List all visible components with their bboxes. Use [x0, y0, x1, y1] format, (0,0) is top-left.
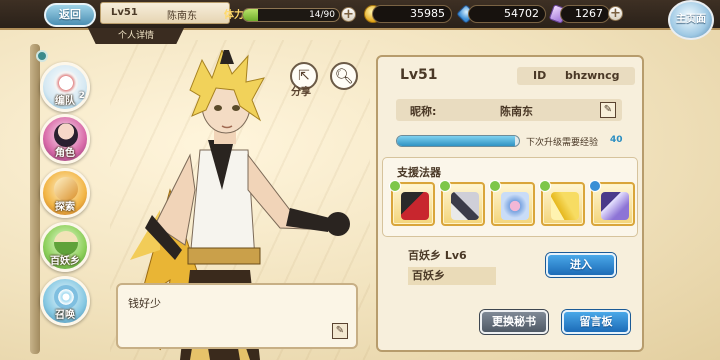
edit-nickname-button[interactable]: ✎: [600, 102, 616, 118]
stamina-fill: [243, 9, 258, 21]
stamina-value: 14/90: [309, 10, 335, 20]
gold-amount: 35985: [372, 5, 452, 23]
nav-pin: [36, 50, 48, 62]
nav-rail: [30, 44, 40, 354]
speech-bubble: 钱好少 ✎: [116, 283, 358, 349]
nav-explore[interactable]: 探索: [40, 168, 90, 218]
exp-bar: [396, 135, 520, 147]
tab-profile-details[interactable]: 个人详情: [88, 28, 184, 44]
artifact-gem-4: [539, 180, 551, 192]
player-level: Lv51: [111, 7, 138, 18]
village-tag: 百妖乡: [408, 267, 496, 285]
nav-character[interactable]: 角色: [40, 114, 90, 164]
stamina-label: 体力: [224, 10, 244, 21]
edit-speech-button[interactable]: ✎: [332, 323, 348, 339]
nickname-key: 昵称:: [410, 105, 437, 118]
formation-count-badge: 2: [78, 91, 85, 101]
add-crystal-button[interactable]: +: [608, 6, 623, 21]
nickname-value: 陈南东: [500, 105, 533, 118]
nav-summon-label: 召唤: [55, 310, 75, 321]
profile-panel: Lv51 ID bhzwncg 昵称: 陈南东 ✎ 下次升级需要经验 40 支援…: [376, 55, 644, 352]
add-stamina-button[interactable]: +: [341, 7, 356, 22]
exp-label: 下次升级需要经验: [526, 138, 599, 148]
id-value: bhzwncg: [565, 69, 620, 82]
nav-yokai-village-label: 百妖乡: [50, 256, 80, 267]
main-page-button[interactable]: 主页面: [668, 0, 714, 40]
artifact-slot-2[interactable]: [439, 180, 485, 226]
nickname-row: 昵称: 陈南东 ✎: [396, 99, 622, 121]
nav-character-label: 角色: [55, 148, 75, 159]
gem-amount: 54702: [468, 5, 546, 23]
message-board-button[interactable]: 留言板: [562, 310, 630, 334]
speech-text: 钱好少: [128, 297, 161, 310]
enter-village-button[interactable]: 进入: [546, 253, 616, 277]
artifact-slot-1[interactable]: [389, 180, 435, 226]
player-card: Lv51 陈南东: [100, 2, 230, 24]
support-title: 支援法器: [397, 166, 441, 179]
change-secretary-button[interactable]: 更换秘书: [480, 310, 548, 334]
nav-yokai-village[interactable]: 百妖乡: [40, 222, 90, 272]
nav-summon[interactable]: 召唤: [40, 276, 90, 326]
id-key: ID: [533, 69, 547, 82]
exp-fill: [397, 136, 516, 146]
profile-level: Lv51: [400, 67, 438, 83]
village-level: 百妖乡 Lv6: [408, 249, 467, 262]
nav-formation[interactable]: 编队 2: [40, 62, 90, 112]
share-label: 分享: [291, 87, 311, 98]
blue-flower-artifact-icon: [501, 192, 529, 220]
back-button[interactable]: 返回: [44, 3, 96, 27]
golden-bird-artifact-icon: [551, 192, 579, 220]
nav-explore-label: 探索: [55, 202, 75, 213]
artifact-gem-1: [389, 180, 401, 192]
dark-blade-artifact-icon: [451, 192, 479, 220]
artifact-gem-3: [489, 180, 501, 192]
exp-value: 40: [610, 135, 623, 145]
artifact-slot-4[interactable]: [539, 180, 585, 226]
zoom-button[interactable]: 🔍︎: [330, 62, 358, 90]
crystal-amount: 1267: [560, 5, 610, 23]
player-id-box: ID bhzwncg: [517, 67, 635, 85]
artifact-gem-5: [589, 180, 601, 192]
player-name: 陈南东: [167, 11, 197, 22]
artifact-slot-3[interactable]: [489, 180, 535, 226]
artifact-gem-2: [439, 180, 451, 192]
purple-crystal-artifact-icon: [601, 192, 629, 220]
support-artifacts-box: 支援法器: [382, 157, 638, 237]
artifact-slot-5[interactable]: [589, 180, 635, 226]
red-fan-artifact-icon: [401, 192, 429, 220]
stamina-bar: 14/90: [242, 8, 340, 22]
